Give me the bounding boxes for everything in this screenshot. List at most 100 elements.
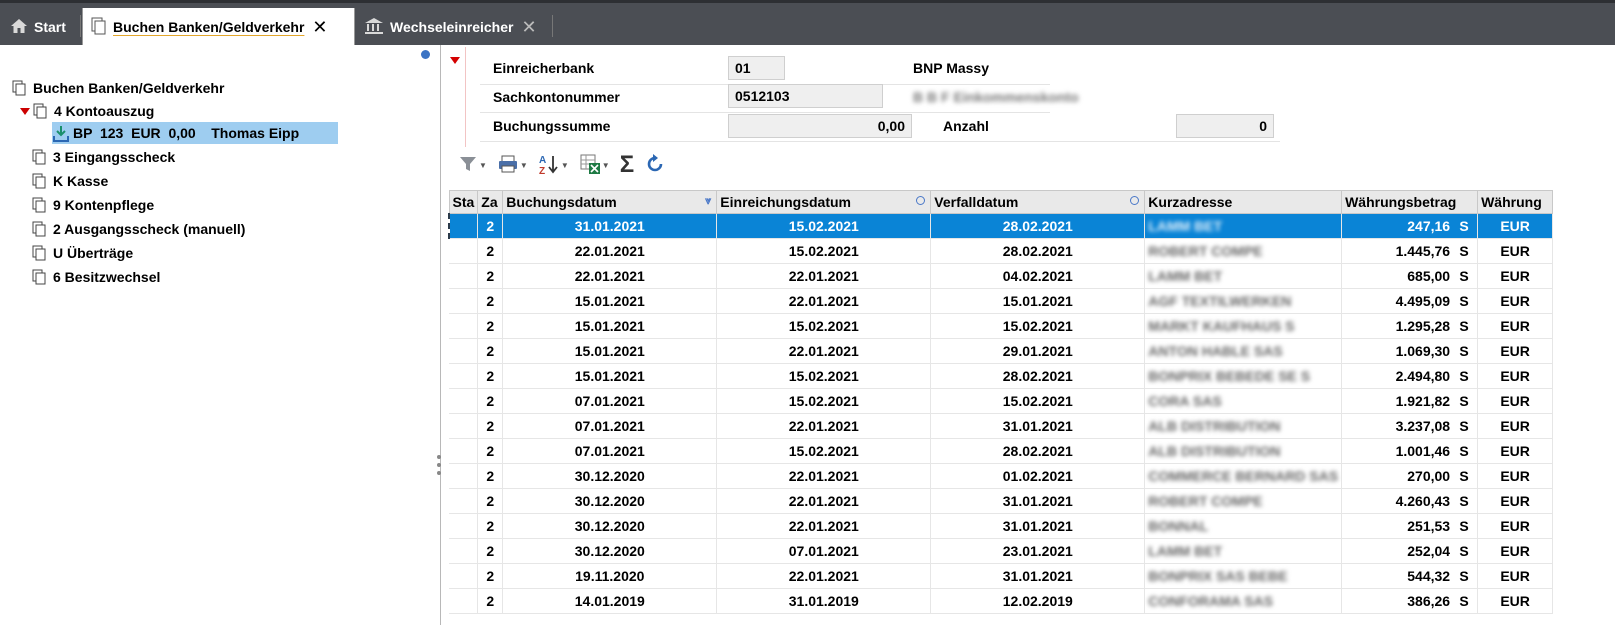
print-button[interactable]: ▼ [497, 154, 528, 177]
amount-value: 1.069,30 [1395, 343, 1451, 359]
tree-item-uebertraege[interactable]: U Überträge [32, 242, 133, 264]
sachkonto-label: Sachkontonummer [493, 89, 620, 105]
cell-einreichungsdatum: 07.01.2021 [716, 538, 932, 564]
sort-desc-icon: ⩔ [705, 195, 712, 207]
table-row[interactable]: 2 30.12.2020 22.01.2021 31.01.2021 ROBERT CO… [449, 488, 1554, 514]
export-excel-button[interactable]: ▼ [579, 153, 610, 178]
tab-wechseleinreicher[interactable]: Wechseleinreicher ✕ [360, 8, 550, 46]
tab-buchen-banken[interactable]: Buchen Banken/Geldverkehr ✕ [82, 8, 355, 46]
sachkonto-name: B B F Einkommenskonto [913, 89, 1079, 105]
table-row[interactable]: 2 15.01.2021 22.01.2021 29.01.2021 ANTON HAB… [449, 338, 1554, 364]
collapse-marker-icon[interactable] [450, 57, 460, 64]
tab-start[interactable]: Start [0, 8, 78, 46]
cell-verfalldatum: 29.01.2021 [930, 338, 1146, 364]
cell-kurzadresse: LAMM BET [1144, 538, 1343, 564]
cell-waehrungsbetrag: 1.295,28 S [1341, 313, 1479, 339]
tree-item-kontoauszug-entry[interactable]: BP 123 EUR 0,00 Thomas Eipp [52, 122, 338, 144]
refresh-icon [644, 153, 666, 178]
cell-status [449, 388, 479, 414]
cell-za: 2 [477, 263, 504, 289]
tree-item-label: U Überträge [53, 245, 134, 261]
table-row[interactable]: 2 15.01.2021 15.02.2021 28.02.2021 BONPRIX B… [449, 363, 1554, 389]
table-row[interactable]: 2 19.11.2020 22.01.2021 31.01.2021 BONPRIX S… [449, 563, 1554, 589]
column-header-za[interactable]: Za [477, 190, 504, 214]
column-header-waehrungsbetrag[interactable]: Währungsbetrag [1341, 190, 1479, 214]
cell-buchungsdatum: 07.01.2021 [502, 438, 718, 464]
cell-kurzadresse: COMMERCE BERNARD SAS [1144, 463, 1343, 489]
table-row[interactable]: 2 15.01.2021 22.01.2021 15.01.2021 AGF TEXTI… [449, 288, 1554, 314]
kurzadresse-text: BONPRIX BEBEDE SE S [1148, 368, 1311, 384]
table-row[interactable]: 2 07.01.2021 22.01.2021 31.01.2021 ALB DISTR… [449, 413, 1554, 439]
sort-button[interactable]: A Z ▼ [538, 153, 569, 178]
amount-value: 1.001,46 [1395, 443, 1451, 459]
debit-credit-flag: S [1459, 393, 1469, 409]
expand-caret-icon[interactable] [20, 107, 30, 115]
print-icon [497, 154, 519, 177]
cell-waehrung: EUR [1477, 413, 1554, 439]
kurzadresse-text: ROBERT COMPE [1148, 493, 1263, 509]
column-header-waehrung[interactable]: Währung [1477, 190, 1554, 214]
kurzadresse-text: BONNAL [1148, 518, 1209, 534]
sort-az-icon: AZ [538, 153, 560, 178]
column-header-buchungsdatum[interactable]: Buchungsdatum ⩔ [502, 190, 718, 214]
cell-za: 2 [477, 363, 504, 389]
cell-kurzadresse: LAMM BET [1144, 213, 1343, 239]
table-row[interactable]: 2 22.01.2021 22.01.2021 04.02.2021 LAMM BET 6… [449, 263, 1554, 289]
cell-verfalldatum: 12.02.2019 [930, 588, 1146, 614]
close-icon[interactable]: ✕ [521, 17, 536, 38]
debit-credit-flag: S [1459, 593, 1469, 609]
table-row[interactable]: 2 14.01.2019 31.01.2019 12.02.2019 CONFORAMA… [449, 588, 1554, 614]
filter-button[interactable]: ▼ [458, 154, 487, 177]
column-header-verfalldatum[interactable]: Verfalldatum [930, 190, 1146, 214]
tree-root[interactable]: Buchen Banken/Geldverkehr [12, 77, 224, 99]
table-row[interactable]: 2 30.12.2020 22.01.2021 31.01.2021 BONNAL 251… [449, 513, 1554, 539]
tree-item-kontenpflege[interactable]: 9 Kontenpflege [32, 194, 154, 216]
sum-icon[interactable]: Σ [620, 151, 634, 179]
table-row[interactable]: 2 07.01.2021 15.02.2021 28.02.2021 ALB DISTR… [449, 438, 1554, 464]
document-icon [32, 173, 48, 189]
tree-item-besitzwechsel[interactable]: 6 Besitzwechsel [32, 266, 160, 288]
table-row[interactable]: 2 30.12.2020 22.01.2021 01.02.2021 COMMERCE … [449, 463, 1554, 489]
cell-status [449, 513, 479, 539]
cell-kurzadresse: CORA SAS [1144, 388, 1343, 414]
tree-item-kontoauszug[interactable]: 4 Kontoauszug [20, 100, 154, 122]
tree-root-label: Buchen Banken/Geldverkehr [33, 80, 225, 96]
einreicherbank-label: Einreicherbank [493, 60, 595, 76]
kurzadresse-text: ROBERT COMPE [1148, 243, 1263, 259]
cell-einreichungsdatum: 22.01.2021 [716, 263, 932, 289]
cell-kurzadresse: MARKT KAUFHAUS S [1144, 313, 1343, 339]
einreicherbank-field[interactable]: 01 [728, 56, 785, 80]
tree-item-ausgangsscheck[interactable]: 2 Ausgangsscheck (manuell) [32, 218, 245, 240]
table-row[interactable]: 2 31.01.2021 15.02.2021 28.02.2021 LAMM BET 2… [448, 213, 1554, 239]
tree-item-kasse[interactable]: K Kasse [32, 170, 108, 192]
debit-credit-flag: S [1459, 318, 1469, 334]
cell-status [449, 588, 479, 614]
table-row[interactable]: 2 22.01.2021 15.02.2021 28.02.2021 ROBERT CO… [449, 238, 1554, 264]
column-header-sta[interactable]: Sta [448, 190, 479, 214]
close-icon[interactable]: ✕ [312, 17, 327, 38]
amount-value: 1.295,28 [1395, 318, 1451, 334]
kurzadresse-text: CONFORAMA SAS [1148, 593, 1273, 609]
table-row[interactable]: 2 15.01.2021 15.02.2021 15.02.2021 MARKT KAU… [449, 313, 1554, 339]
cell-waehrung: EUR [1477, 538, 1554, 564]
splitter-handle[interactable] [437, 455, 441, 479]
column-header-einreichungsdatum[interactable]: Einreichungsdatum [716, 190, 932, 214]
cell-buchungsdatum: 30.12.2020 [502, 488, 718, 514]
tree-item-eingangsscheck[interactable]: 3 Eingangsscheck [32, 146, 175, 168]
cell-waehrung: EUR [1477, 313, 1554, 339]
cell-waehrung: EUR [1477, 238, 1554, 264]
document-icon [32, 149, 48, 165]
cell-za: 2 [477, 513, 504, 539]
sachkonto-field[interactable]: 0512103 [728, 84, 883, 108]
refresh-button[interactable] [644, 153, 666, 178]
column-header-kurzadresse[interactable]: Kurzadresse [1144, 190, 1343, 214]
cell-verfalldatum: 28.02.2021 [930, 363, 1146, 389]
cell-einreichungsdatum: 22.01.2021 [716, 513, 932, 539]
table-row[interactable]: 2 30.12.2020 07.01.2021 23.01.2021 LAMM BET 2… [449, 538, 1554, 564]
cell-verfalldatum: 31.01.2021 [930, 488, 1146, 514]
document-icon [32, 245, 48, 261]
table-row[interactable]: 2 07.01.2021 15.02.2021 15.02.2021 CORA SAS 1… [449, 388, 1554, 414]
kurzadresse-text: ANTON HABLE SAS [1148, 343, 1283, 359]
cell-waehrung: EUR [1477, 263, 1554, 289]
section-marker [465, 47, 466, 147]
